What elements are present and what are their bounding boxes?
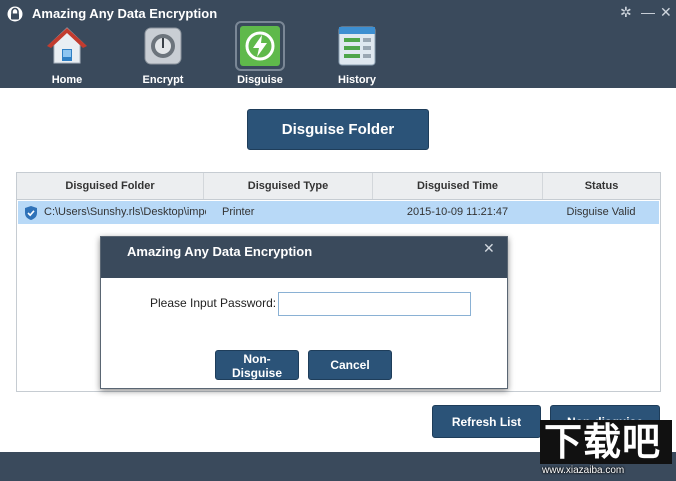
cell-time: 2015-10-09 11:21:47 [406,206,509,218]
password-dialog: Amazing Any Data Encryption ✕ Please Inp… [100,236,508,389]
dialog-non-disguise-button[interactable]: Non-Disguise [215,350,299,380]
watermark-text: 下载吧 [544,420,662,464]
column-header-type[interactable]: Disguised Type [204,173,373,199]
nav-encrypt[interactable]: Encrypt [131,24,195,86]
cell-folder: C:\Users\Sunshy.rls\Desktop\impor [44,206,206,218]
gear-icon[interactable]: ✲ [620,4,632,20]
lock-icon [7,6,23,22]
nav-history-label: History [338,74,376,86]
minimize-icon[interactable]: — [641,4,655,20]
cell-status: Disguise Valid [566,206,636,218]
nav-home-label: Home [51,74,83,86]
safe-icon [144,27,182,65]
nav-history[interactable]: History [325,24,389,86]
password-label: Please Input Password: [150,296,277,310]
dialog-title-bar: Amazing Any Data Encryption ✕ [101,237,507,278]
watermark-logo: 下载吧 www.xiazaiba.com [540,420,672,478]
nav-encrypt-label: Encrypt [142,74,184,86]
nav-disguise[interactable]: Disguise [228,21,292,86]
title-bar: Amazing Any Data Encryption ✲ — ✕ Home E… [0,0,676,88]
dialog-cancel-button[interactable]: Cancel [308,350,392,380]
watermark-url: www.xiazaiba.com [542,465,625,476]
disguise-icon [235,21,285,71]
nav-disguise-label: Disguise [237,74,283,86]
app-title: Amazing Any Data Encryption [32,6,218,21]
password-input[interactable] [278,292,471,316]
column-header-status[interactable]: Status [543,173,660,199]
shield-icon [25,206,37,220]
table-row[interactable]: C:\Users\Sunshy.rls\Desktop\impor Printe… [18,201,659,224]
dialog-close-icon[interactable]: ✕ [483,240,495,257]
home-icon [47,27,87,64]
dialog-title: Amazing Any Data Encryption [127,244,313,259]
nav-home[interactable]: Home [35,24,99,86]
history-icon [338,26,376,66]
cell-type: Printer [222,206,255,218]
column-header-time[interactable]: Disguised Time [373,173,543,199]
close-icon[interactable]: ✕ [660,4,672,20]
disguise-folder-button[interactable]: Disguise Folder [247,109,429,150]
column-header-folder[interactable]: Disguised Folder [17,173,204,199]
refresh-list-button[interactable]: Refresh List [432,405,541,438]
table-header: Disguised Folder Disguised Type Disguise… [17,173,660,200]
